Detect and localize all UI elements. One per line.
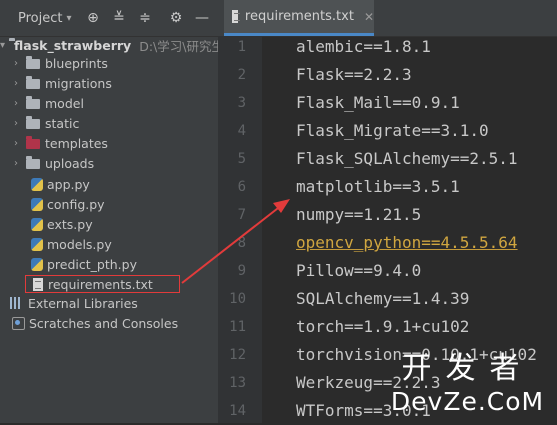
file-label: exts.py: [47, 216, 93, 232]
editor-tab-bar: requirements.txt ✕: [218, 0, 557, 37]
line-number: 10: [229, 291, 246, 307]
scratches-label: Scratches and Consoles: [29, 315, 179, 331]
file-label: config.py: [47, 196, 105, 212]
watermark-top-text: 开发者: [401, 351, 534, 386]
chevron-down-icon[interactable]: ▾: [0, 40, 5, 51]
folder-label: templates: [45, 135, 108, 151]
expand-all-icon[interactable]: ≚: [109, 8, 129, 28]
folder-label: uploads: [45, 155, 95, 171]
tree-external-libraries[interactable]: External Libraries: [0, 293, 218, 313]
chevron-right-icon[interactable]: ›: [10, 158, 22, 169]
tab-label: requirements.txt: [244, 9, 354, 24]
tree-folder-blueprints[interactable]: › blueprints: [0, 53, 218, 73]
code-line[interactable]: numpy==1.21.5: [296, 201, 421, 229]
line-number: 13: [229, 375, 246, 391]
external-libraries-label: External Libraries: [28, 295, 138, 311]
project-view-selector[interactable]: Project ▾: [18, 8, 72, 28]
line-number: 1: [237, 39, 246, 55]
line-number: 12: [229, 347, 246, 363]
tree-file-exts-py[interactable]: exts.py: [0, 214, 218, 234]
line-number: 11: [229, 319, 246, 335]
code-line[interactable]: Flask_SQLAlchemy==2.5.1: [296, 145, 518, 173]
python-file-icon: [31, 237, 43, 251]
python-file-icon: [31, 217, 43, 231]
project-panel: Project ▾ ⊕ ≚ ≑ ⚙ — ▾ flask_strawberry D…: [0, 0, 218, 423]
tree-file-models-py[interactable]: models.py: [0, 234, 218, 254]
close-icon[interactable]: ✕: [364, 10, 374, 24]
tree-scratches-consoles[interactable]: Scratches and Consoles: [0, 313, 218, 333]
python-file-icon: [31, 177, 43, 191]
tab-requirements-txt[interactable]: requirements.txt ✕: [224, 0, 374, 36]
tree-file-predict-pth-py[interactable]: predict_pth.py: [0, 254, 218, 274]
folder-label: static: [45, 115, 80, 131]
tree-file-config-py[interactable]: config.py: [0, 194, 218, 214]
root-folder-label: flask_strawberry: [14, 37, 132, 53]
target-icon[interactable]: ⊕: [83, 8, 103, 28]
line-number: 7: [237, 207, 246, 223]
line-number: 6: [237, 179, 246, 195]
text-file-icon: [232, 10, 240, 23]
folder-icon: [26, 96, 40, 109]
line-number: 14: [229, 403, 246, 419]
line-number: 4: [237, 123, 246, 139]
tree-folder-templates[interactable]: › templates: [0, 133, 218, 153]
tree-folder-model[interactable]: › model: [0, 93, 218, 113]
folder-icon: [26, 56, 40, 69]
tree-folder-migrations[interactable]: › migrations: [0, 73, 218, 93]
file-label: app.py: [47, 176, 90, 192]
scratches-icon: [12, 316, 25, 330]
annotation-highlight-box: [25, 275, 180, 293]
library-icon: [10, 297, 24, 309]
tree-folder-uploads[interactable]: › uploads: [0, 153, 218, 173]
tree-folder-static[interactable]: › static: [0, 113, 218, 133]
chevron-right-icon[interactable]: ›: [10, 58, 22, 69]
file-label: predict_pth.py: [47, 256, 137, 272]
watermark: 开发者 DevZe.CoM: [378, 352, 557, 423]
project-toolbar: Project ▾ ⊕ ≚ ≑ ⚙ —: [0, 0, 218, 37]
tree-file-app-py[interactable]: app.py: [0, 174, 218, 194]
line-number: 3: [237, 95, 246, 111]
chevron-right-icon[interactable]: ›: [10, 138, 22, 149]
python-file-icon: [31, 197, 43, 211]
folder-icon: [26, 136, 40, 149]
watermark-bottom-text: DevZe.CoM: [390, 387, 545, 416]
line-number: 2: [237, 67, 246, 83]
chevron-right-icon[interactable]: ›: [10, 118, 22, 129]
code-line[interactable]: SQLAlchemy==1.4.39: [296, 285, 469, 313]
collapse-all-icon[interactable]: ≑: [135, 8, 155, 28]
chevron-down-icon[interactable]: ▾: [66, 13, 71, 24]
root-folder-path: D:\学习\研究生: [139, 38, 218, 54]
tree-root-flask-strawberry[interactable]: ▾ flask_strawberry D:\学习\研究生: [0, 35, 218, 55]
code-line[interactable]: matplotlib==3.5.1: [296, 173, 460, 201]
code-line[interactable]: Flask_Mail==0.9.1: [296, 89, 460, 117]
file-label: models.py: [47, 236, 112, 252]
folder-icon: [26, 156, 40, 169]
folder-label: migrations: [45, 75, 112, 91]
code-line[interactable]: Flask_Migrate==3.1.0: [296, 117, 489, 145]
line-number: 8: [237, 235, 246, 251]
folder-icon: [26, 76, 40, 89]
folder-label: blueprints: [45, 55, 108, 71]
code-line[interactable]: torch==1.9.1+cu102: [296, 313, 469, 341]
code-line[interactable]: Pillow==9.4.0: [296, 257, 421, 285]
code-line-warning[interactable]: opencv_python==4.5.5.64: [296, 229, 518, 257]
line-number: 9: [237, 263, 246, 279]
python-file-icon: [31, 257, 43, 271]
line-number: 5: [237, 151, 246, 167]
code-line[interactable]: Flask==2.2.3: [296, 61, 412, 89]
project-title: Project: [18, 10, 63, 26]
code-line[interactable]: alembic==1.8.1: [296, 33, 431, 61]
gear-icon[interactable]: ⚙: [166, 8, 186, 28]
chevron-right-icon[interactable]: ›: [10, 98, 22, 109]
hide-icon[interactable]: —: [192, 8, 212, 28]
folder-icon: [26, 116, 40, 129]
chevron-right-icon[interactable]: ›: [10, 78, 22, 89]
folder-label: model: [45, 95, 84, 111]
